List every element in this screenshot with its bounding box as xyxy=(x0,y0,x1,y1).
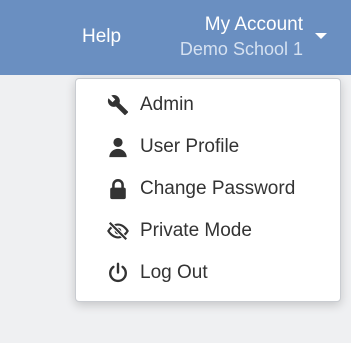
help-link[interactable]: Help xyxy=(82,26,121,48)
lock-icon xyxy=(107,178,129,200)
menu-item-change-password[interactable]: Change Password xyxy=(76,169,340,209)
menu-item-private-mode[interactable]: Private Mode xyxy=(76,211,340,251)
account-dropdown-menu: Admin User Profile Change Password Priva… xyxy=(75,78,341,302)
menu-item-label: Log Out xyxy=(140,262,208,283)
menu-item-label: Change Password xyxy=(140,178,296,199)
menu-item-label: User Profile xyxy=(140,136,240,157)
user-icon xyxy=(107,136,129,158)
top-navbar: Help My Account Demo School 1 xyxy=(0,0,351,75)
menu-item-log-out[interactable]: Log Out xyxy=(76,253,340,293)
menu-item-label: Admin xyxy=(140,94,194,115)
account-school-name: Demo School 1 xyxy=(179,39,303,59)
my-account-dropdown-toggle[interactable]: My Account Demo School 1 xyxy=(180,13,303,61)
menu-item-user-profile[interactable]: User Profile xyxy=(76,127,340,167)
menu-item-admin[interactable]: Admin xyxy=(76,85,340,125)
wrench-icon xyxy=(107,94,129,116)
power-icon xyxy=(107,262,129,284)
caret-down-icon[interactable] xyxy=(315,33,327,39)
menu-item-label: Private Mode xyxy=(140,220,252,241)
account-title: My Account xyxy=(204,14,303,35)
eye-slash-icon xyxy=(107,220,129,242)
